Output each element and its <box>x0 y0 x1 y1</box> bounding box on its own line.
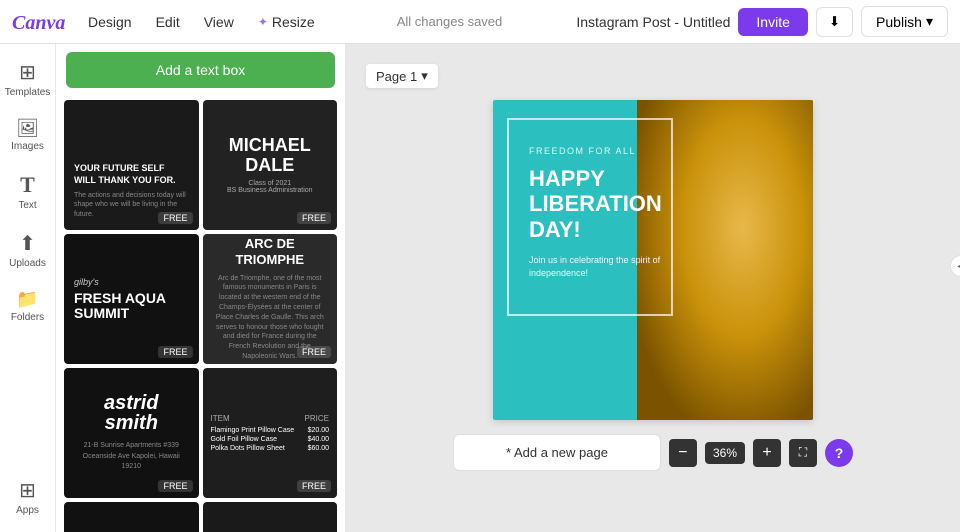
card-name: MICHAELDALE <box>229 136 311 176</box>
edit-nav-button[interactable]: Edit <box>148 10 188 34</box>
templates-grid: YOUR FUTURE SELF WILL THANK YOU FOR. The… <box>56 96 345 532</box>
card-address: 21-B Sunrise Apartments #339Oceanside Av… <box>83 441 180 473</box>
sidebar-label-uploads: Uploads <box>9 258 46 269</box>
images-icon: 🖼 <box>16 118 39 139</box>
help-button[interactable]: ? <box>825 439 853 467</box>
view-nav-button[interactable]: View <box>196 10 242 34</box>
free-badge: FREE <box>297 212 331 224</box>
design-nav-button[interactable]: Design <box>80 10 140 34</box>
card-brand: gilby's <box>74 277 99 287</box>
template-card-fresh-aqua[interactable]: gilby's FRESH AQUASUMMIT FREE <box>64 234 199 364</box>
card-summit: FRESH AQUASUMMIT <box>74 291 166 322</box>
chevron-down-icon: ▾ <box>926 13 933 30</box>
save-status: All changes saved <box>331 14 569 29</box>
sidebar-label-apps: Apps <box>16 505 39 516</box>
free-badge: FREE <box>158 212 192 224</box>
resize-nav-button[interactable]: ✦ Resize <box>250 10 323 34</box>
svg-text:Canva: Canva <box>12 12 65 33</box>
sidebar-item-images[interactable]: 🖼 Images <box>3 110 53 160</box>
canvas-page[interactable]: FREEDOM FOR ALL HAPPY LIBERATION DAY! Jo… <box>493 100 813 420</box>
card-item-2: Gold Foil Pillow Case <box>211 436 278 443</box>
card-item-3: Polka Dots Pillow Sheet <box>211 445 285 452</box>
text-icon: T <box>20 172 35 198</box>
card-name2: astridsmith <box>104 393 158 433</box>
card-price-1: $20.00 <box>308 427 329 434</box>
free-badge: FREE <box>158 480 192 492</box>
invite-button[interactable]: Invite <box>738 8 807 36</box>
card-arc: ARC DETRIOMPHE <box>235 236 304 267</box>
sidebar-item-uploads[interactable]: ⬆ Uploads <box>3 223 53 277</box>
page-indicator[interactable]: Page 1 ▾ <box>366 64 438 88</box>
canvas-area: Page 1 ▾ <box>346 44 960 532</box>
template-card-birthday[interactable]: HAPPY BIRTHDAY . Handsome! I wish to be … <box>203 502 338 532</box>
card-item-header: ITEM <box>211 414 230 423</box>
canva-logo[interactable]: Canva <box>12 8 72 36</box>
canvas-subtitle: Join us in celebrating the spirit of ind… <box>529 254 673 281</box>
add-textbox-button[interactable]: Add a text box <box>66 52 335 88</box>
document-title: Instagram Post - Untitled <box>576 14 730 30</box>
sidebar-item-text[interactable]: T Text <box>3 164 53 219</box>
fullscreen-icon: ⛶ <box>799 445 807 460</box>
apps-icon: ⊞ <box>19 478 36 503</box>
canvas-freedom-text: FREEDOM FOR ALL <box>529 146 673 156</box>
add-page-button[interactable]: * Add a new page <box>453 434 661 471</box>
canvas-inner: FREEDOM FOR ALL HAPPY LIBERATION DAY! Jo… <box>493 100 813 420</box>
download-button[interactable]: ⬇ <box>816 7 853 37</box>
templates-panel: Add a text box YOUR FUTURE SELF WILL THA… <box>56 44 346 532</box>
magic-icon: ✦ <box>258 15 268 29</box>
canvas-main-title: HAPPY LIBERATION DAY! <box>529 166 673 242</box>
template-card-arc-de-triomphe[interactable]: ARC DETRIOMPHE Arc de Triomphe, one of t… <box>203 234 338 364</box>
template-card-architecture[interactable]: ARCHITECTURE IS A VISUAL ART, AND THE BU… <box>64 502 199 532</box>
template-card-future-self[interactable]: YOUR FUTURE SELF WILL THANK YOU FOR. The… <box>64 100 199 230</box>
card-price-header: PRICE <box>305 414 329 423</box>
sidebar-item-folders[interactable]: 📁 Folders <box>3 281 53 331</box>
main-content: ⊞ Templates 🖼 Images T Text ⬆ Uploads 📁 … <box>0 44 960 532</box>
zoom-level: 36% <box>705 442 745 464</box>
card-item-1: Flamingo Print Pillow Case <box>211 427 295 434</box>
free-badge: FREE <box>297 480 331 492</box>
sidebar-item-apps[interactable]: ⊞ Apps <box>3 470 53 524</box>
card-class: Class of 2021BS Business Administration <box>227 180 313 194</box>
card-price-3: $60.00 <box>308 445 329 452</box>
template-card-invoice[interactable]: ITEM PRICE Flamingo Print Pillow Case $2… <box>203 368 338 498</box>
template-card-michael-dale[interactable]: MICHAELDALE Class of 2021BS Business Adm… <box>203 100 338 230</box>
sidebar-label-text: Text <box>18 200 36 211</box>
free-badge: FREE <box>297 346 331 358</box>
topbar: Canva Design Edit View ✦ Resize All chan… <box>0 0 960 44</box>
publish-button[interactable]: Publish ▾ <box>861 6 948 37</box>
canvas-content: FREEDOM FOR ALL HAPPY LIBERATION DAY! Jo… <box>513 130 689 297</box>
zoom-in-button[interactable]: + <box>753 439 781 467</box>
download-icon: ⬇ <box>829 14 840 30</box>
sidebar-label-folders: Folders <box>11 312 44 323</box>
card-price-2: $40.00 <box>308 436 329 443</box>
fullscreen-button[interactable]: ⛶ <box>789 439 817 467</box>
sidebar-item-templates[interactable]: ⊞ Templates <box>3 52 53 106</box>
sidebar: ⊞ Templates 🖼 Images T Text ⬆ Uploads 📁 … <box>0 44 56 532</box>
folders-icon: 📁 <box>16 289 38 310</box>
page-label: Page 1 <box>376 69 417 84</box>
card-title: YOUR FUTURE SELF WILL THANK YOU FOR. <box>74 163 189 186</box>
uploads-icon: ⬆ <box>19 231 36 256</box>
sidebar-label-templates: Templates <box>5 87 51 98</box>
free-badge: FREE <box>158 346 192 358</box>
sidebar-label-images: Images <box>11 141 44 152</box>
zoom-out-button[interactable]: − <box>669 439 697 467</box>
templates-icon: ⊞ <box>19 60 36 85</box>
template-card-astrid-smith[interactable]: astridsmith 21-B Sunrise Apartments #339… <box>64 368 199 498</box>
page-chevron-icon: ▾ <box>421 68 428 84</box>
bottom-bar: * Add a new page − 36% + ⛶ ? <box>453 434 853 471</box>
